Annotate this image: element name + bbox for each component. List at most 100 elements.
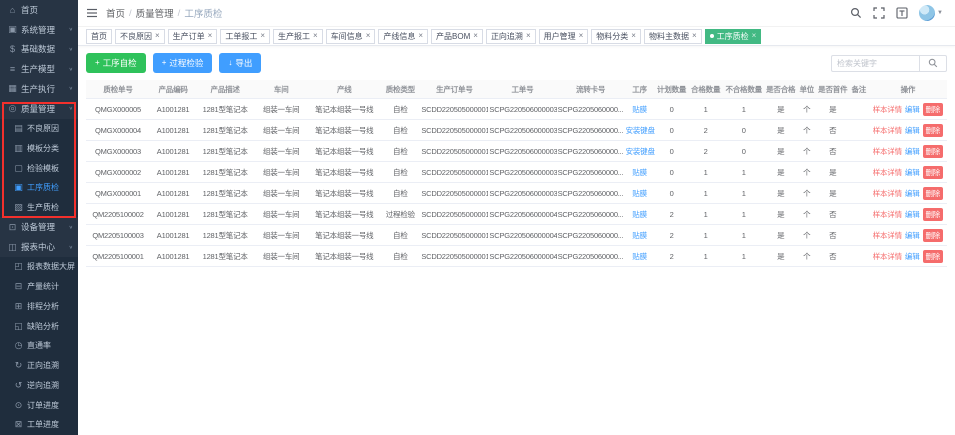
sidebar-item-report-center[interactable]: ◫报表中心∨ [0,237,78,257]
sidebar-item-output-stats[interactable]: ⊟产量统计 [0,277,78,297]
sidebar-item-workorder-progress[interactable]: ⊠工单进度 [0,415,78,435]
table-cell: SCPG2205060000... [557,183,625,204]
fullscreen-icon[interactable] [873,7,885,19]
process-link[interactable]: 贴膜 [632,252,647,261]
sample-detail-link[interactable]: 样本详情 [873,146,902,157]
add-self-inspection-button[interactable]: +工序自检 [86,53,146,73]
tab-forward-trace[interactable]: 正向追溯× [486,29,536,44]
delete-link[interactable]: 删除 [923,229,944,242]
close-icon[interactable]: × [631,32,636,40]
tab-workorder-report[interactable]: 工单报工× [220,29,270,44]
close-icon[interactable]: × [155,32,160,40]
fold-menu-icon[interactable] [86,7,98,19]
close-icon[interactable]: × [692,32,697,40]
table-cell: 组装一车间 [254,204,308,225]
user-menu[interactable]: ▼ [919,5,943,21]
process-link[interactable]: 安装键盘 [626,147,655,156]
tab-user-mgmt[interactable]: 用户管理× [539,29,589,44]
delete-link[interactable]: 删除 [923,250,944,263]
process-link[interactable]: 贴膜 [632,231,647,240]
sidebar-item-defect-reason[interactable]: ▤不良原因 [0,119,78,139]
table-cell: 1281型笔记本 [196,162,254,183]
table-cell: 贴膜 [625,99,655,120]
sidebar-item-production-inspection[interactable]: ▧生产质检 [0,198,78,218]
tab-defect-reason[interactable]: 不良原因× [115,29,165,44]
workorder-progress-icon: ⊠ [13,419,24,430]
table-cell: 自检 [380,162,420,183]
close-icon[interactable]: × [526,32,531,40]
sidebar-item-production-model[interactable]: ≡生产模型∨ [0,59,78,79]
breadcrumb-item[interactable]: 质量管理 [136,6,174,20]
sample-detail-link[interactable]: 样本详情 [873,209,902,220]
delete-link[interactable]: 删除 [923,187,944,200]
sample-detail-link[interactable]: 样本详情 [873,251,902,262]
sample-detail-link[interactable]: 样本详情 [873,230,902,241]
process-link[interactable]: 贴膜 [632,189,647,198]
sidebar-item-equipment-mgmt[interactable]: ⊡设备管理∨ [0,217,78,237]
sidebar-item-first-pass-yield[interactable]: ◷直通率 [0,336,78,356]
process-link[interactable]: 贴膜 [632,168,647,177]
edit-link[interactable]: 编辑 [905,104,920,115]
edit-link[interactable]: 编辑 [905,209,920,220]
sidebar-item-reverse-trace[interactable]: ↺逆向追溯 [0,376,78,396]
tab-production-order[interactable]: 生产订单× [168,29,218,44]
process-link[interactable]: 贴膜 [632,105,647,114]
process-link[interactable]: 安装键盘 [626,126,655,135]
close-icon[interactable]: × [579,32,584,40]
tab-material-category[interactable]: 物料分类× [591,29,641,44]
sidebar-item-schedule-analysis[interactable]: ⊞排程分析 [0,296,78,316]
close-icon[interactable]: × [418,32,423,40]
table-cell: 0 [723,141,765,162]
sample-detail-link[interactable]: 样本详情 [873,167,902,178]
sidebar-item-report-dashboard[interactable]: ◰报表数据大屏 [0,257,78,277]
tab-material-master[interactable]: 物料主数据× [644,29,702,44]
process-link[interactable]: 贴膜 [632,210,647,219]
close-icon[interactable]: × [366,32,371,40]
sidebar-item-quality-mgmt[interactable]: ◎质量管理∨ [0,99,78,119]
edit-link[interactable]: 编辑 [905,125,920,136]
sidebar-item-home[interactable]: ⌂首页 [0,0,78,20]
sidebar-item-inspection-template[interactable]: ▢检验模板 [0,158,78,178]
sidebar-item-process-inspection[interactable]: ▣工序质检 [0,178,78,198]
sidebar-item-defect-analysis[interactable]: ◱缺陷分析 [0,316,78,336]
sample-detail-link[interactable]: 样本详情 [873,104,902,115]
close-icon[interactable]: × [752,32,757,40]
sidebar-item-base-data[interactable]: $基础数据∨ [0,40,78,60]
sidebar-item-template-category[interactable]: ▥模板分类 [0,138,78,158]
table-cell: 组装一车间 [254,183,308,204]
sidebar-item-forward-trace[interactable]: ↻正向追溯 [0,356,78,376]
breadcrumb-item[interactable]: 首页 [106,6,125,20]
delete-link[interactable]: 删除 [923,208,944,221]
avatar[interactable] [919,5,935,21]
add-process-inspection-button[interactable]: +过程检验 [153,53,213,73]
close-icon[interactable]: × [473,32,478,40]
layout-icon[interactable] [896,7,908,19]
sidebar-item-production-execution[interactable]: ▦生产执行∨ [0,79,78,99]
close-icon[interactable]: × [313,32,318,40]
delete-link[interactable]: 删除 [923,166,944,179]
edit-link[interactable]: 编辑 [905,230,920,241]
tab-product-bom[interactable]: 产品BOM× [431,29,483,44]
search-button[interactable] [919,55,947,72]
delete-link[interactable]: 删除 [923,124,944,137]
edit-link[interactable]: 编辑 [905,167,920,178]
delete-link[interactable]: 删除 [923,145,944,158]
delete-link[interactable]: 删除 [923,103,944,116]
tab-process-inspection[interactable]: 工序质检× [705,29,762,44]
search-icon[interactable] [850,7,862,19]
tab-workshop-info[interactable]: 车间信息× [326,29,376,44]
sample-detail-link[interactable]: 样本详情 [873,188,902,199]
close-icon[interactable]: × [260,32,265,40]
edit-link[interactable]: 编辑 [905,146,920,157]
tab-production-report[interactable]: 生产报工× [273,29,323,44]
edit-link[interactable]: 编辑 [905,188,920,199]
sample-detail-link[interactable]: 样本详情 [873,125,902,136]
edit-link[interactable]: 编辑 [905,251,920,262]
tab-line-info[interactable]: 产线信息× [378,29,428,44]
sidebar-item-system-mgmt[interactable]: ▣系统管理∨ [0,20,78,40]
export-button[interactable]: ↓导出 [219,53,261,73]
tab-home[interactable]: 首页 [86,29,112,44]
close-icon[interactable]: × [208,32,213,40]
search-input[interactable] [831,55,919,72]
sidebar-item-order-progress[interactable]: ⊙订单进度 [0,395,78,415]
